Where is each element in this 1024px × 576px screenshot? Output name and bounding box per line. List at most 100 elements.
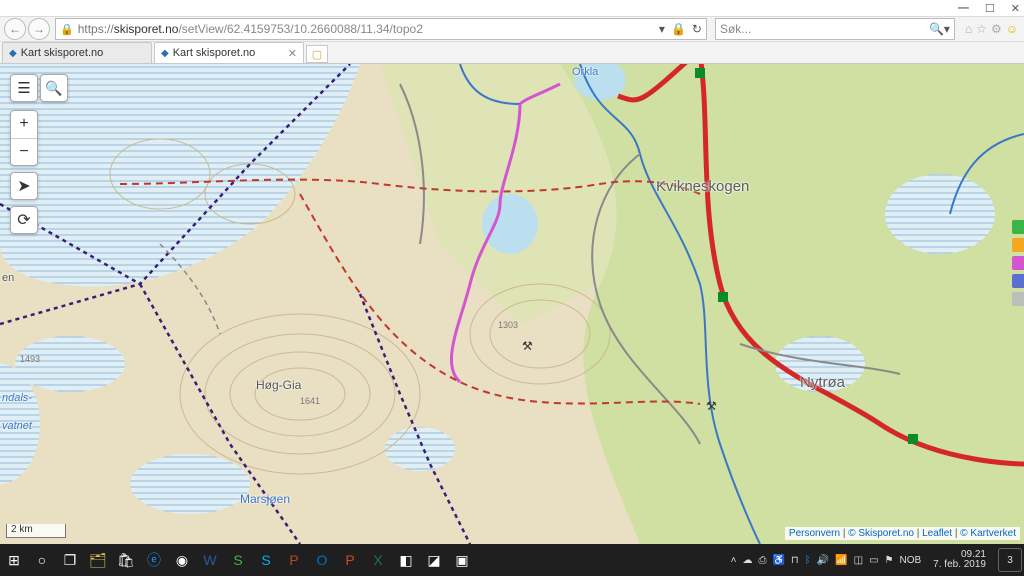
chrome-icon[interactable]: ◉ (168, 546, 196, 574)
browser-toolbar-icons: ⌂ ☆ ⚙ ☺ (959, 22, 1024, 36)
place-label-kvikneskogen: Kvikneskogen (656, 178, 749, 195)
tab-1[interactable]: ◆ Kart skisporet.no ✕ (154, 42, 304, 63)
taskbar-clock[interactable]: 09.21 7. feb. 2019 (927, 550, 992, 571)
map-zoom-control: + − (10, 110, 38, 166)
tab-close-icon[interactable]: ✕ (288, 47, 297, 60)
layer-swatch-grey[interactable] (1012, 292, 1024, 306)
url-protocol: https:// (78, 22, 114, 36)
notif-count: 3 (1007, 555, 1013, 566)
address-bar: ← → 🔒 https:// skisporet.no /setView/62.… (0, 16, 1024, 42)
word-icon[interactable]: W (196, 546, 224, 574)
url-input[interactable]: 🔒 https:// skisporet.no /setView/62.4159… (55, 18, 707, 40)
search-go-icon[interactable]: 🔍▾ (929, 22, 950, 36)
map-scale-bar: 2 km (6, 524, 66, 538)
elevation-hoggia: 1641 (300, 396, 320, 406)
layer-swatch-blue[interactable] (1012, 274, 1024, 288)
window-close-button[interactable]: ✕ (1011, 2, 1020, 15)
tray-icon[interactable]: ⊓ (791, 555, 799, 566)
map-viewport[interactable]: ⚒ ⚒ Kvikneskogen Nytrøa Høg-Gia 1641 Mar… (0, 64, 1024, 544)
home-icon[interactable]: ⌂ (965, 22, 972, 36)
zoom-out-button[interactable]: − (11, 139, 37, 166)
url-host: skisporet.no (114, 22, 179, 36)
tray-volume-icon[interactable]: 🔊 (817, 555, 829, 566)
tab-title: Kart skisporet.no (173, 47, 256, 59)
ie-icon[interactable]: ⓔ (140, 546, 168, 574)
tray-battery-icon[interactable]: ▭ (869, 555, 878, 566)
layer-swatch-orange[interactable] (1012, 238, 1024, 252)
tray-chevron-icon[interactable]: ˄ (731, 555, 737, 566)
lake-label-bot: vatnet (2, 420, 32, 432)
place-label-en: en (2, 272, 14, 284)
nav-forward-button[interactable]: → (28, 18, 50, 40)
window-minimize-button[interactable]: — (958, 2, 969, 14)
scale-label: 2 km (11, 524, 33, 535)
outlook-icon[interactable]: O (308, 546, 336, 574)
favicon-icon: ◆ (9, 48, 17, 59)
tools-icon[interactable]: ⚙ (991, 22, 1002, 36)
map-menu-button[interactable]: ☰ (10, 74, 38, 102)
favicon-icon: ◆ (161, 48, 169, 59)
elevation-1303: 1303 (498, 320, 518, 330)
map-locate-button[interactable]: ➤ (10, 172, 38, 200)
attrib-privacy[interactable]: Personvern (789, 528, 840, 539)
tray-icon[interactable]: ☁ (742, 555, 752, 566)
place-label-hoggia: Høg-Gia (256, 378, 301, 392)
clock-date: 7. feb. 2019 (933, 560, 986, 571)
window-maximize-button[interactable]: ☐ (985, 2, 995, 15)
lake-label-top: ndals- (2, 392, 32, 404)
tab-0[interactable]: ◆ Kart skisporet.no (2, 42, 152, 63)
store-icon[interactable]: 🛍 (112, 546, 140, 574)
start-button[interactable]: ⊞ (0, 546, 28, 574)
system-tray: ˄ ☁ ⎙ ♿ ⊓ ᛒ 🔊 📶 ◫ ▭ ⚑ NOB 09.21 7. feb. … (731, 548, 1024, 572)
place-label-marsjoen: Marsjøen (240, 492, 290, 506)
dropdown-icon[interactable]: ▾ (659, 22, 665, 36)
window-titlebar: — ☐ ✕ (0, 0, 1024, 16)
lock-small-icon: 🔒 (671, 22, 686, 36)
layer-swatch-green[interactable] (1012, 220, 1024, 234)
new-tab-button[interactable]: ▢ (306, 45, 328, 63)
url-path: /setView/62.4159753/10.2660088/11.34/top… (178, 22, 422, 36)
nav-back-button[interactable]: ← (4, 18, 26, 40)
attrib-kartverket[interactable]: © Kartverket (960, 528, 1016, 539)
zoom-in-button[interactable]: + (11, 111, 37, 139)
powerpoint-icon[interactable]: P (336, 546, 364, 574)
feedback-icon[interactable]: ☺ (1006, 22, 1018, 36)
tray-icon[interactable]: ◫ (854, 555, 863, 566)
place-label-nytroa: Nytrøa (800, 374, 845, 391)
tray-bluetooth-icon[interactable]: ᛒ (805, 555, 811, 566)
action-center-button[interactable]: 3 (998, 548, 1022, 572)
tray-network-icon[interactable]: 📶 (835, 555, 847, 566)
tray-icon[interactable]: ♿ (772, 555, 784, 566)
attrib-leaflet[interactable]: Leaflet (922, 528, 952, 539)
tab-strip: ◆ Kart skisporet.no ◆ Kart skisporet.no … (0, 42, 1024, 64)
file-explorer-icon[interactable]: 🗂 (84, 546, 112, 574)
elevation-1493: 1493 (20, 354, 40, 364)
tab-title: Kart skisporet.no (21, 47, 104, 59)
cortana-search-icon[interactable]: ○ (28, 546, 56, 574)
skype-icon[interactable]: S (252, 546, 280, 574)
map-refresh-button[interactable]: ⟳ (10, 206, 38, 234)
tray-icon[interactable]: ⎙ (758, 555, 766, 566)
app-icon-3[interactable]: ▣ (448, 546, 476, 574)
refresh-url-icon[interactable]: ↻ (692, 22, 702, 36)
tray-flag-icon[interactable]: ⚑ (885, 555, 894, 566)
map-search-button[interactable]: 🔍 (40, 74, 68, 102)
layer-swatch-pink[interactable] (1012, 256, 1024, 270)
s-app-icon[interactable]: S (224, 546, 252, 574)
svg-text:⚒: ⚒ (522, 339, 533, 353)
favorites-icon[interactable]: ☆ (976, 22, 987, 36)
attrib-skisporet[interactable]: © Skisporet.no (848, 528, 914, 539)
river-label-orkla: Orkla (572, 66, 598, 78)
publisher-icon[interactable]: P (280, 546, 308, 574)
app-icon-1[interactable]: ◧ (392, 546, 420, 574)
browser-search-input[interactable]: Søk... 🔍▾ (715, 18, 955, 40)
svg-text:⚒: ⚒ (706, 399, 717, 413)
task-view-icon[interactable]: ❐ (56, 546, 84, 574)
tray-language[interactable]: NOB (900, 555, 922, 566)
app-icon-2[interactable]: ◪ (420, 546, 448, 574)
map-attribution: Personvern | © Skisporet.no | Leaflet | … (785, 527, 1020, 540)
search-placeholder: Søk... (720, 22, 751, 36)
excel-icon[interactable]: X (364, 546, 392, 574)
lock-icon: 🔒 (60, 23, 74, 36)
map-canvas: ⚒ ⚒ (0, 64, 1024, 544)
